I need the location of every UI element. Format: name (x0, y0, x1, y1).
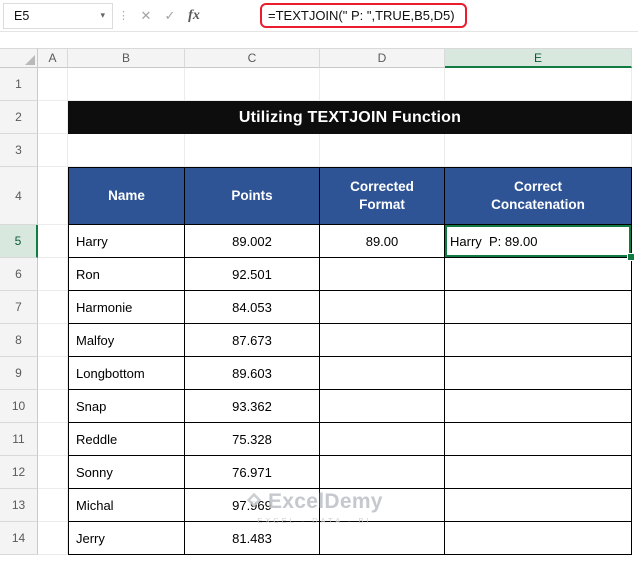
cell-E13[interactable] (445, 489, 632, 522)
cell-B5[interactable]: Harry (68, 225, 185, 258)
cell-A2[interactable] (38, 101, 68, 134)
cell-C6[interactable]: 92.501 (185, 258, 320, 291)
row-header-3[interactable]: 3 (0, 134, 38, 167)
cell-E7[interactable] (445, 291, 632, 324)
cell-C10[interactable]: 93.362 (185, 390, 320, 423)
cell-D9[interactable] (320, 357, 445, 390)
cell-C5[interactable]: 89.002 (185, 225, 320, 258)
formula-input[interactable]: =TEXTJOIN(" P: ",TRUE,B5,D5) (260, 3, 467, 28)
table-header-name[interactable]: Name (68, 167, 185, 225)
drag-handle-icon: ⋮ (118, 10, 129, 22)
cell-D5[interactable]: 89.00 (320, 225, 445, 258)
cell-A12[interactable] (38, 456, 68, 489)
cell-E12[interactable] (445, 456, 632, 489)
cell-D14[interactable] (320, 522, 445, 555)
cell-C9[interactable]: 89.603 (185, 357, 320, 390)
column-header-B[interactable]: B (68, 48, 185, 68)
cell-E3[interactable] (445, 134, 632, 167)
cell-A6[interactable] (38, 258, 68, 291)
row-header-5[interactable]: 5 (0, 225, 38, 258)
column-header-D[interactable]: D (320, 48, 445, 68)
cell-B8[interactable]: Malfoy (68, 324, 185, 357)
cell-A4[interactable] (38, 167, 68, 225)
cell-D8[interactable] (320, 324, 445, 357)
cell-B9[interactable]: Longbottom (68, 357, 185, 390)
cell-E10[interactable] (445, 390, 632, 423)
cell-D1[interactable] (320, 68, 445, 101)
cell-B11[interactable]: Reddle (68, 423, 185, 456)
cell-A11[interactable] (38, 423, 68, 456)
cell-D11[interactable] (320, 423, 445, 456)
cell-A8[interactable] (38, 324, 68, 357)
cell-C11[interactable]: 75.328 (185, 423, 320, 456)
column-header-E[interactable]: E (445, 48, 632, 68)
cell-E8[interactable] (445, 324, 632, 357)
cell-E1[interactable] (445, 68, 632, 101)
row-header-12[interactable]: 12 (0, 456, 38, 489)
spreadsheet-grid: A B C D E 1 2 Utilizing TEXTJOIN Functio… (0, 48, 638, 555)
cell-B7[interactable]: Harmonie (68, 291, 185, 324)
chevron-down-icon[interactable]: ▾ (100, 10, 105, 21)
name-box[interactable]: E5 ▾ (3, 2, 113, 29)
cell-D13[interactable] (320, 489, 445, 522)
row-header-9[interactable]: 9 (0, 357, 38, 390)
formula-text: =TEXTJOIN(" P: ",TRUE,B5,D5) (268, 7, 455, 23)
cell-D12[interactable] (320, 456, 445, 489)
cell-A5[interactable] (38, 225, 68, 258)
select-all-corner[interactable] (0, 48, 38, 68)
cell-C13[interactable]: 97.969 (185, 489, 320, 522)
row-header-1[interactable]: 1 (0, 68, 38, 101)
cell-D3[interactable] (320, 134, 445, 167)
name-box-value: E5 (14, 8, 30, 23)
row-header-7[interactable]: 7 (0, 291, 38, 324)
excel-window: E5 ▾ ⋮ ✕ ✓ fx =TEXTJOIN(" P: ",TRUE,B5,D… (0, 0, 638, 555)
cell-B3[interactable] (68, 134, 185, 167)
row-header-11[interactable]: 11 (0, 423, 38, 456)
cell-D10[interactable] (320, 390, 445, 423)
cell-A7[interactable] (38, 291, 68, 324)
cell-E14[interactable] (445, 522, 632, 555)
cell-E5[interactable]: Harry P: 89.00 (445, 225, 635, 261)
cell-C12[interactable]: 76.971 (185, 456, 320, 489)
cell-B10[interactable]: Snap (68, 390, 185, 423)
cell-A13[interactable] (38, 489, 68, 522)
cell-B6[interactable]: Ron (68, 258, 185, 291)
cell-B1[interactable] (68, 68, 185, 101)
cell-E11[interactable] (445, 423, 632, 456)
cell-E9[interactable] (445, 357, 632, 390)
table-header-corrected-format[interactable]: Corrected Format (320, 167, 445, 225)
column-header-A[interactable]: A (38, 48, 68, 68)
row-header-10[interactable]: 10 (0, 390, 38, 423)
column-header-C[interactable]: C (185, 48, 320, 68)
insert-function-icon[interactable]: fx (182, 3, 206, 29)
title-banner[interactable]: Utilizing TEXTJOIN Function (68, 101, 632, 134)
cell-A14[interactable] (38, 522, 68, 555)
cell-A9[interactable] (38, 357, 68, 390)
row-header-6[interactable]: 6 (0, 258, 38, 291)
cell-C1[interactable] (185, 68, 320, 101)
row-header-8[interactable]: 8 (0, 324, 38, 357)
cell-C14[interactable]: 81.483 (185, 522, 320, 555)
cell-B14[interactable]: Jerry (68, 522, 185, 555)
cell-B12[interactable]: Sonny (68, 456, 185, 489)
cell-A3[interactable] (38, 134, 68, 167)
cell-E6[interactable] (445, 258, 632, 291)
cell-A10[interactable] (38, 390, 68, 423)
cell-C8[interactable]: 87.673 (185, 324, 320, 357)
confirm-icon[interactable]: ✓ (158, 3, 182, 29)
table-header-points[interactable]: Points (185, 167, 320, 225)
row-header-4[interactable]: 4 (0, 167, 38, 225)
cell-B13[interactable]: Michal (68, 489, 185, 522)
cell-C3[interactable] (185, 134, 320, 167)
cell-D6[interactable] (320, 258, 445, 291)
cancel-icon[interactable]: ✕ (134, 3, 158, 29)
cell-C7[interactable]: 84.053 (185, 291, 320, 324)
row-header-2[interactable]: 2 (0, 101, 38, 134)
row-header-13[interactable]: 13 (0, 489, 38, 522)
row-header-14[interactable]: 14 (0, 522, 38, 555)
cell-D7[interactable] (320, 291, 445, 324)
table-header-correct-concatenation[interactable]: Correct Concatenation (445, 167, 632, 225)
formula-bar: E5 ▾ ⋮ ✕ ✓ fx =TEXTJOIN(" P: ",TRUE,B5,D… (0, 0, 638, 32)
cell-A1[interactable] (38, 68, 68, 101)
